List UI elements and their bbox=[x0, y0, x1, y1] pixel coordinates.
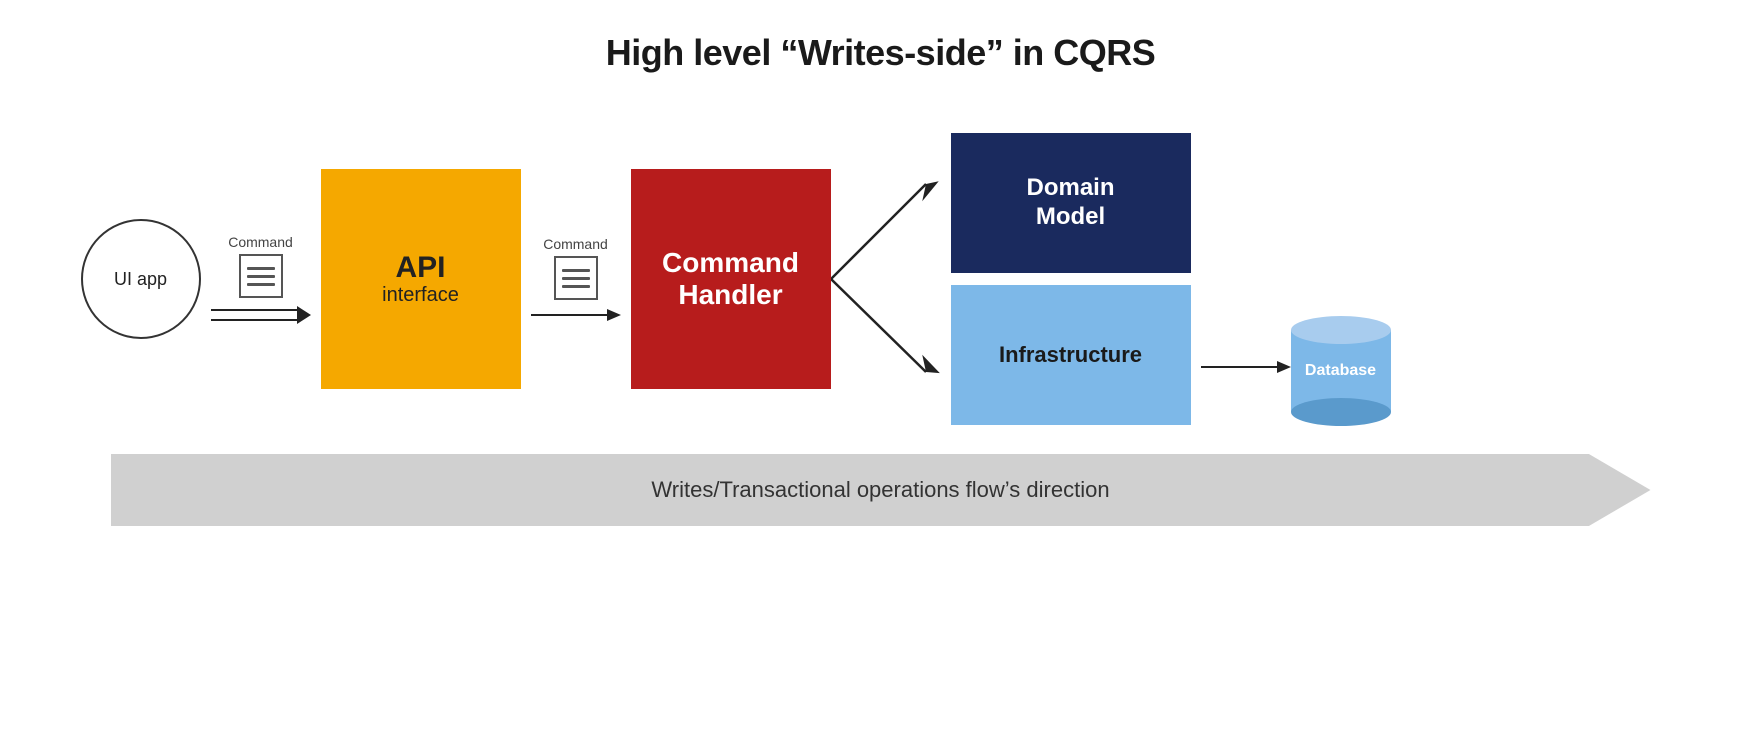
bottom-arrow-area: Writes/Transactional operations flow’s d… bbox=[111, 454, 1651, 526]
ui-app-circle: UI app bbox=[81, 219, 201, 339]
arrow-infra-db bbox=[1201, 360, 1291, 374]
command2-icon-line2 bbox=[562, 277, 590, 280]
domain-model-block: Domain Model bbox=[951, 133, 1191, 273]
ui-app-label: UI app bbox=[114, 269, 167, 290]
flow-items: UI app Command bbox=[81, 114, 1681, 444]
command2-icon-line3 bbox=[562, 285, 590, 288]
command1-icon-line3 bbox=[247, 283, 275, 286]
domain-model-text: Domain Model bbox=[1026, 174, 1114, 232]
infrastructure-label: Infrastructure bbox=[999, 342, 1142, 368]
database-group: Database bbox=[1291, 316, 1391, 426]
command1-label: Command bbox=[228, 234, 293, 250]
api-block: API interface bbox=[321, 169, 521, 389]
command2-icon-line1 bbox=[562, 269, 590, 272]
command1-icon-line2 bbox=[247, 275, 275, 278]
arrow-ui-to-api-group: Command bbox=[211, 234, 311, 324]
double-arrow-ui-api bbox=[211, 306, 311, 324]
right-stack: Domain Model Infrastructure bbox=[951, 133, 1191, 425]
command-handler-block: Command Handler bbox=[631, 169, 831, 389]
command2-group: Command bbox=[543, 236, 608, 300]
split-arrows-svg bbox=[831, 124, 951, 434]
command1-icon bbox=[239, 254, 283, 298]
database-label: Database bbox=[1305, 362, 1376, 380]
flow-container: UI app Command bbox=[81, 114, 1681, 444]
db-top bbox=[1291, 316, 1391, 344]
arrow-api-to-ch-group: Command bbox=[531, 236, 621, 322]
api-block-title: API bbox=[395, 251, 445, 284]
command1-icon-line1 bbox=[247, 267, 275, 270]
command-handler-title: Command Handler bbox=[662, 247, 799, 311]
command2-label: Command bbox=[543, 236, 608, 252]
api-block-sub: interface bbox=[382, 284, 459, 307]
arrow-infra-db-group bbox=[1201, 360, 1291, 374]
database-cylinder: Database bbox=[1291, 316, 1391, 426]
command2-icon bbox=[554, 256, 598, 300]
command1-group: Command bbox=[228, 234, 293, 298]
arrow-api-ch bbox=[531, 308, 621, 322]
page-title: High level “Writes-side” in CQRS bbox=[606, 32, 1155, 74]
diagram-area: UI app Command bbox=[0, 114, 1761, 736]
db-bottom bbox=[1291, 398, 1391, 426]
infrastructure-block: Infrastructure bbox=[951, 285, 1191, 425]
bottom-arrow-shape: Writes/Transactional operations flow’s d… bbox=[111, 454, 1651, 526]
bottom-arrow-text: Writes/Transactional operations flow’s d… bbox=[651, 477, 1109, 503]
